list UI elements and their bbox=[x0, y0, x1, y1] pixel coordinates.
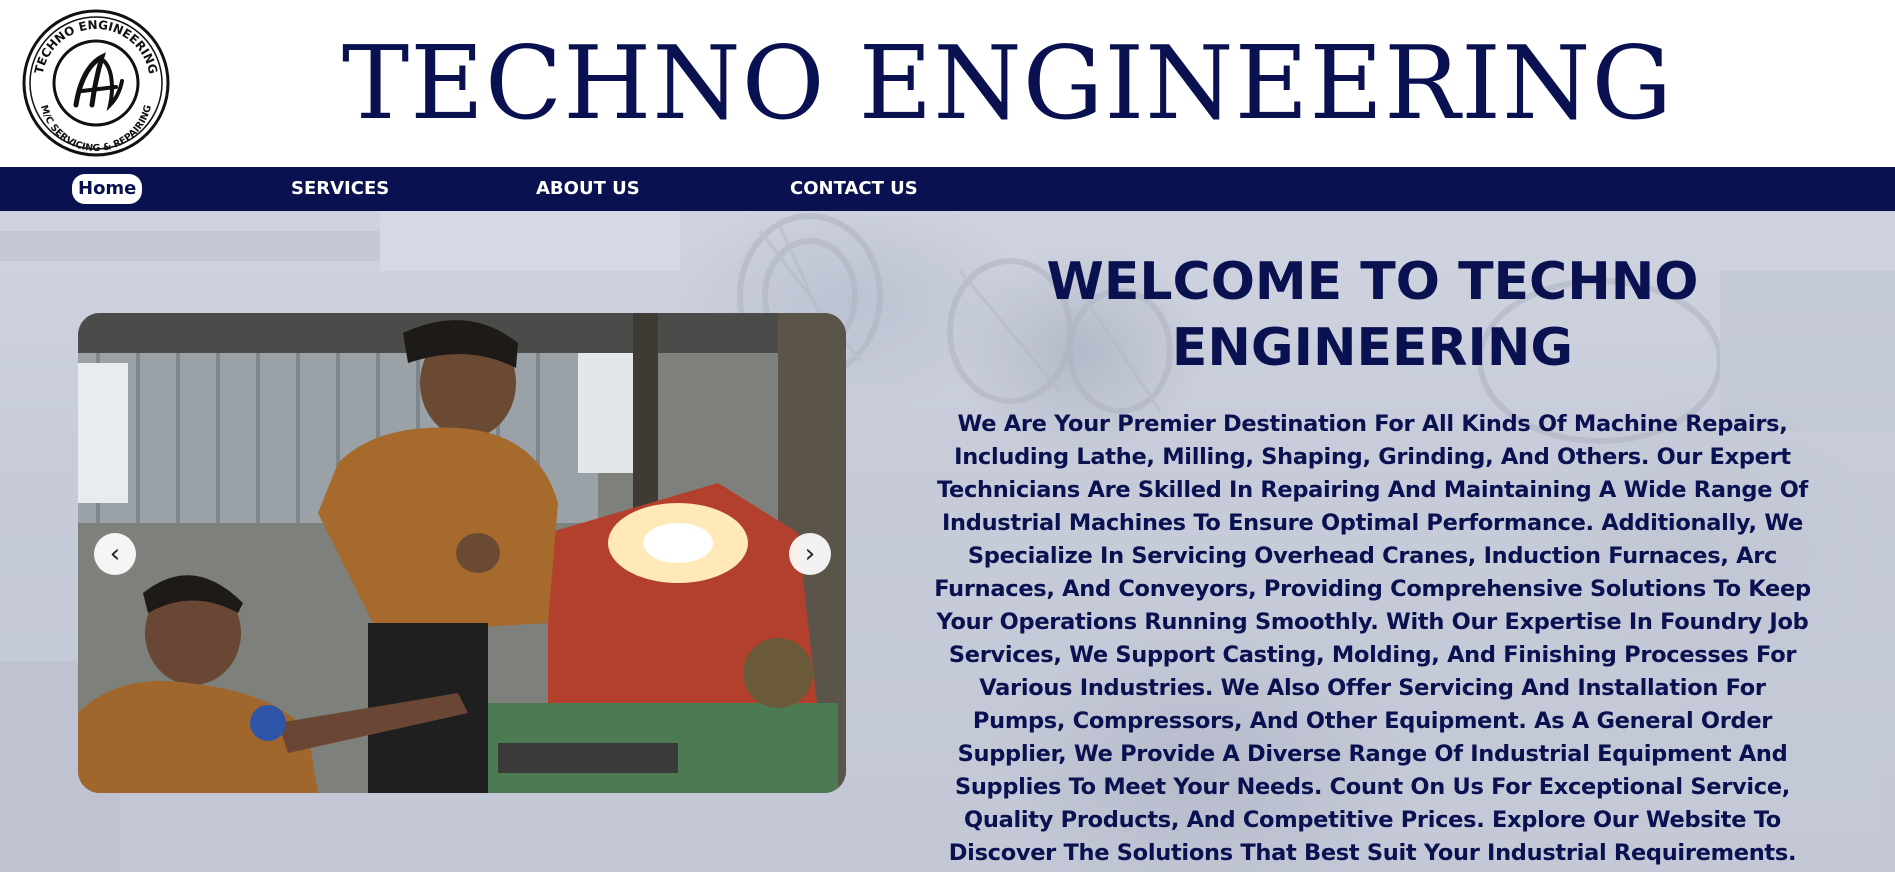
hero-section: ‹ › WELCOME TO TECHNO ENGINEERING We Are… bbox=[0, 211, 1895, 872]
company-logo[interactable]: TECHNO ENGINEERING M/C SERVICING & REPAI… bbox=[20, 9, 172, 157]
carousel-prev-button[interactable]: ‹ bbox=[94, 533, 136, 575]
chevron-right-icon: › bbox=[804, 539, 816, 569]
site-title: TECHNO ENGINEERING bbox=[341, 24, 1674, 142]
nav-about-us[interactable]: ABOUT US bbox=[536, 176, 640, 202]
welcome-description: We Are Your Premier Destination For All … bbox=[934, 411, 1811, 866]
nav-home[interactable]: Home bbox=[72, 174, 143, 204]
welcome-heading-line1: WELCOME TO TECHNO bbox=[1046, 252, 1699, 312]
site-header: TECHNO ENGINEERING M/C SERVICING & REPAI… bbox=[0, 0, 1895, 167]
welcome-heading: WELCOME TO TECHNO ENGINEERING bbox=[1000, 249, 1745, 381]
carousel-next-button[interactable]: › bbox=[789, 533, 831, 575]
image-carousel[interactable] bbox=[78, 313, 846, 793]
workshop-photo bbox=[78, 313, 846, 793]
main-nav: Home SERVICES ABOUT US CONTACT US bbox=[0, 167, 1895, 211]
chevron-left-icon: ‹ bbox=[109, 539, 121, 569]
nav-services[interactable]: SERVICES bbox=[291, 176, 389, 202]
nav-contact-us[interactable]: CONTACT US bbox=[790, 176, 918, 202]
welcome-heading-line2: ENGINEERING bbox=[1171, 318, 1574, 378]
